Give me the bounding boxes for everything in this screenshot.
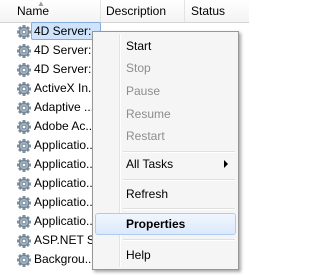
menu-item-help-label: Help [126, 248, 151, 262]
column-header-bar: ▲ Name Description Status [0, 0, 249, 23]
column-header-status[interactable]: Status [185, 0, 249, 22]
gear-icon [16, 119, 32, 135]
gear-icon [16, 81, 32, 97]
column-header-description-label: Description [106, 4, 167, 18]
gear-icon [16, 233, 32, 249]
gear-icon [16, 214, 32, 230]
menu-item-all-tasks[interactable]: All Tasks [95, 153, 236, 175]
service-name: Applicatio... [34, 157, 97, 171]
column-header-status-label: Status [191, 4, 226, 18]
menu-item-refresh[interactable]: Refresh [95, 183, 236, 205]
service-name: Backgrou... [34, 252, 95, 266]
menu-item-properties[interactable]: Properties [95, 213, 236, 235]
menu-item-refresh-label: Refresh [126, 187, 169, 201]
service-name: Applicatio... [34, 138, 97, 152]
menu-item-pause-label: Pause [126, 84, 161, 98]
submenu-arrow-icon [224, 160, 228, 168]
gear-icon [16, 62, 32, 78]
menu-separator [123, 208, 235, 210]
menu-item-properties-label: Properties [126, 217, 186, 231]
service-name: Applicatio... [34, 195, 97, 209]
menu-item-stop-label: Stop [126, 61, 151, 75]
menu-item-resume[interactable]: Resume [95, 103, 236, 125]
service-name: Applicatio... [34, 176, 97, 190]
menu-separator [123, 239, 235, 241]
menu-item-start-label: Start [126, 39, 152, 53]
gear-icon [16, 24, 32, 40]
menu-separator [123, 179, 235, 181]
menu-item-start[interactable]: Start [95, 35, 236, 57]
gear-icon [16, 252, 32, 268]
gear-icon [16, 176, 32, 192]
menu-item-stop[interactable]: Stop [95, 57, 236, 79]
service-name: Adaptive ... [34, 100, 95, 114]
gear-icon [16, 43, 32, 59]
menu-item-help[interactable]: Help [95, 244, 236, 266]
gear-icon [16, 157, 32, 173]
gear-icon [16, 138, 32, 154]
service-name: ActiveX In... [34, 81, 99, 95]
service-name: Adobe Ac... [34, 119, 96, 133]
context-menu: Start Stop Pause Resume Restart All Task… [92, 31, 239, 270]
column-header-name-label: Name [17, 4, 50, 18]
gear-icon [16, 195, 32, 211]
menu-item-resume-label: Resume [126, 107, 171, 121]
menu-item-all-tasks-label: All Tasks [126, 157, 174, 171]
column-header-description[interactable]: Description [100, 0, 185, 22]
gear-icon [16, 100, 32, 116]
menu-item-restart-label: Restart [126, 129, 165, 143]
service-name: Applicatio... [34, 214, 97, 228]
menu-item-restart[interactable]: Restart [95, 125, 236, 147]
menu-item-pause[interactable]: Pause [95, 80, 236, 102]
column-header-name[interactable]: Name [11, 0, 101, 22]
